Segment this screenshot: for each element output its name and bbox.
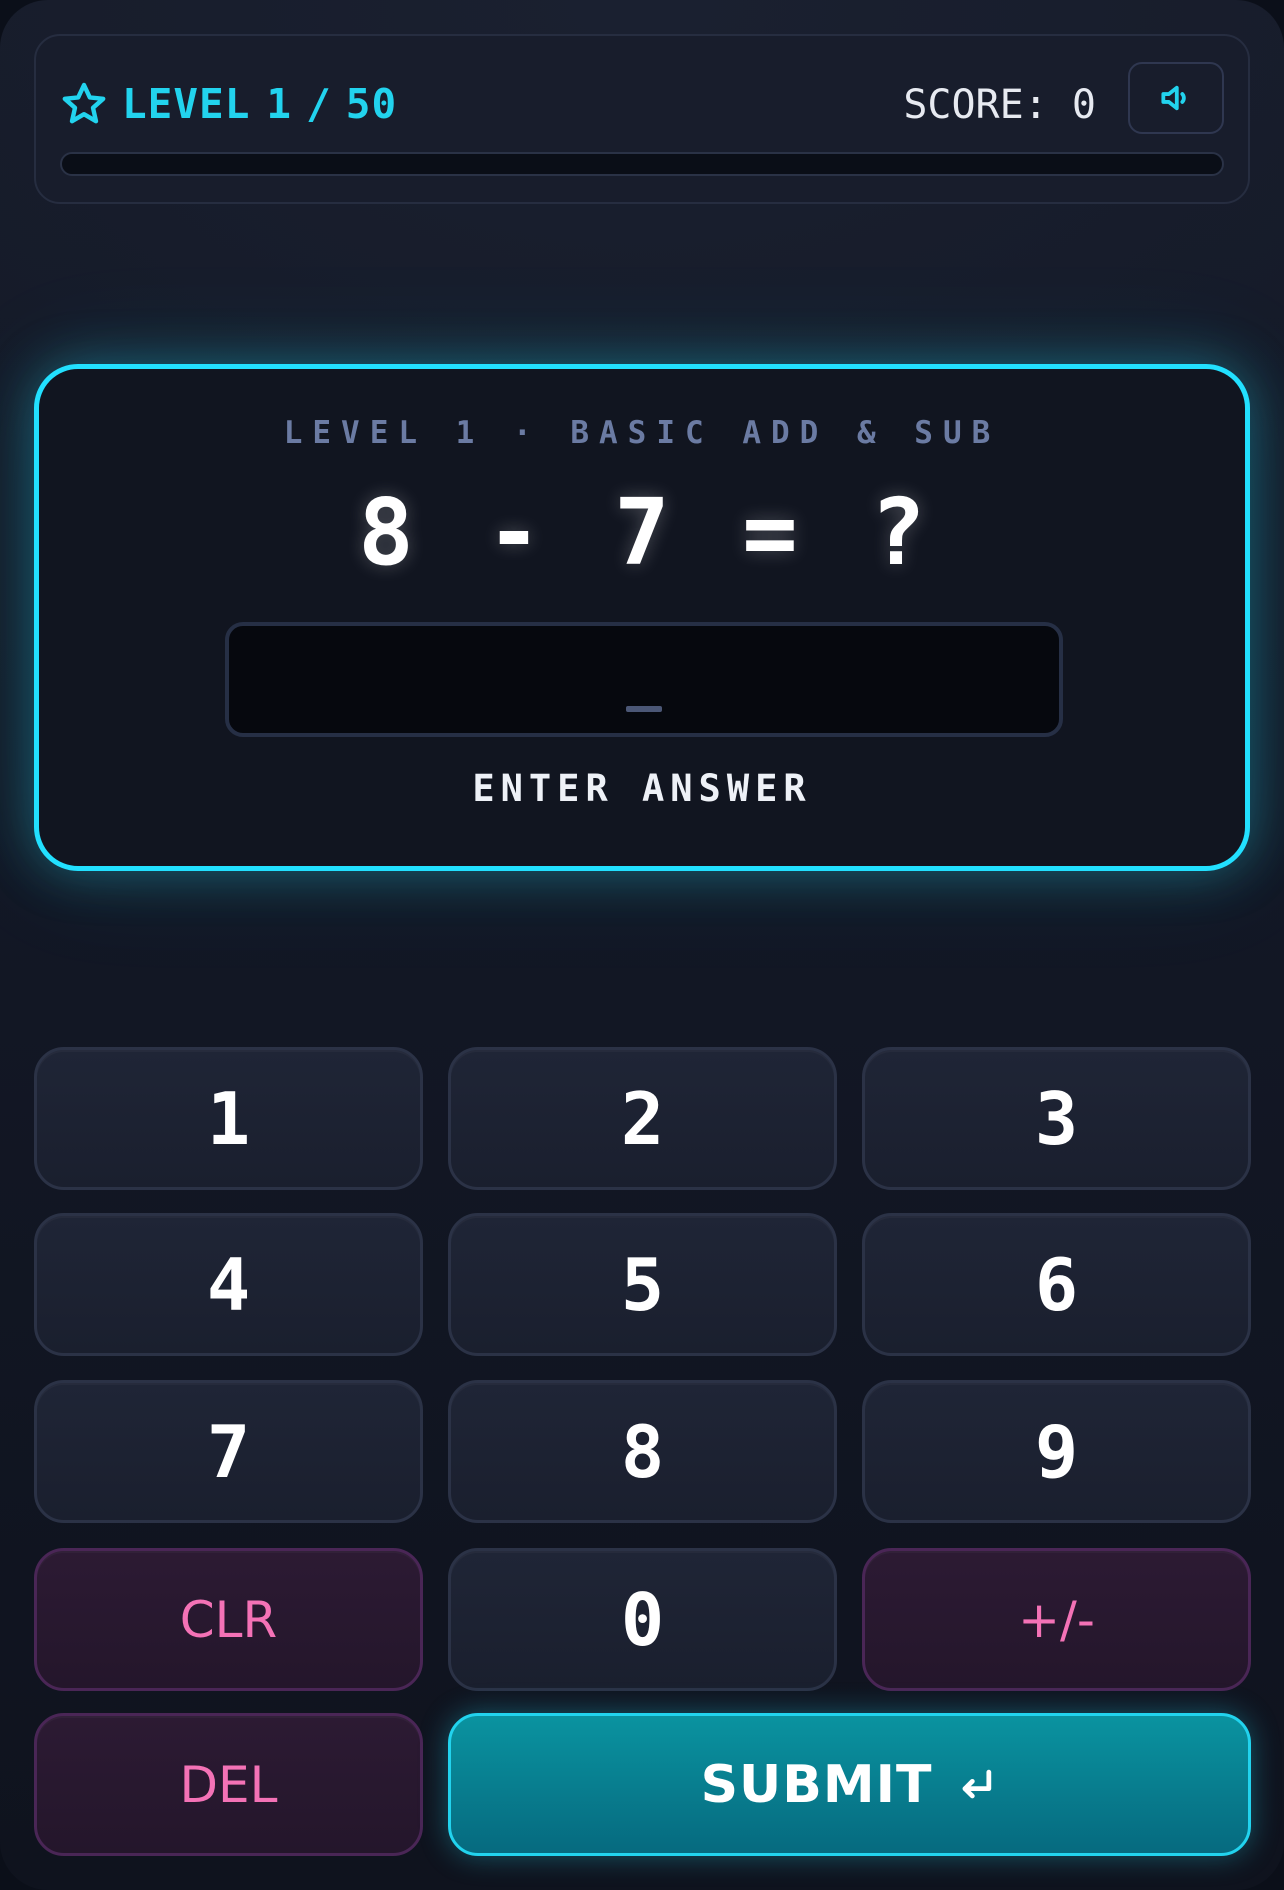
key-8[interactable]: 8 bbox=[448, 1380, 837, 1523]
key-1[interactable]: 1 bbox=[34, 1047, 423, 1190]
question-card: LEVEL 1 · BASIC ADD & SUB 8 - 7 = ? ENTE… bbox=[34, 364, 1250, 871]
score-label: SCORE: bbox=[903, 82, 1048, 128]
key-4[interactable]: 4 bbox=[34, 1213, 423, 1356]
top-hud: LEVEL 1 / 50 SCORE: 0 bbox=[34, 34, 1250, 204]
speaker-icon bbox=[1161, 85, 1186, 111]
input-cursor bbox=[626, 706, 662, 712]
score-value: 0 bbox=[1071, 82, 1096, 128]
answer-input[interactable] bbox=[225, 622, 1063, 737]
equation: 8 - 7 = ? bbox=[39, 479, 1245, 586]
score-display: SCORE: 0 bbox=[903, 80, 1096, 130]
right-operand: 7 bbox=[614, 479, 670, 586]
current-level: 1 bbox=[266, 80, 293, 128]
key-9[interactable]: 9 bbox=[862, 1380, 1251, 1523]
answer-prompt: ENTER ANSWER bbox=[472, 767, 812, 810]
level-label: LEVEL bbox=[122, 80, 251, 128]
unknown-symbol: ? bbox=[870, 479, 926, 586]
star-icon bbox=[62, 82, 106, 124]
total-levels: 50 bbox=[345, 80, 398, 128]
math-game-app: LEVEL 1 / 50 SCORE: 0 LEVEL 1 · BASIC AD… bbox=[0, 0, 1284, 1890]
operator: - bbox=[486, 479, 542, 586]
delete-button[interactable]: DEL bbox=[34, 1713, 423, 1856]
sound-toggle-button[interactable] bbox=[1128, 62, 1224, 134]
left-operand: 8 bbox=[358, 479, 414, 586]
key-2[interactable]: 2 bbox=[448, 1047, 837, 1190]
submit-label: SUBMIT bbox=[700, 1754, 933, 1815]
key-5[interactable]: 5 bbox=[448, 1213, 837, 1356]
key-0[interactable]: 0 bbox=[448, 1548, 837, 1691]
clear-button[interactable]: CLR bbox=[34, 1548, 423, 1691]
enter-return-icon bbox=[963, 1769, 992, 1798]
key-7[interactable]: 7 bbox=[34, 1380, 423, 1523]
submit-button[interactable]: SUBMIT bbox=[448, 1713, 1251, 1856]
key-3[interactable]: 3 bbox=[862, 1047, 1251, 1190]
question-subtitle: LEVEL 1 · BASIC ADD & SUB bbox=[283, 415, 1001, 451]
sign-toggle-button[interactable]: +/- bbox=[862, 1548, 1251, 1691]
level-indicator: LEVEL 1 / 50 bbox=[60, 76, 397, 132]
key-6[interactable]: 6 bbox=[862, 1213, 1251, 1356]
level-separator: / bbox=[306, 80, 332, 128]
level-progress-bar bbox=[60, 152, 1224, 176]
equals-sign: = bbox=[742, 479, 798, 586]
